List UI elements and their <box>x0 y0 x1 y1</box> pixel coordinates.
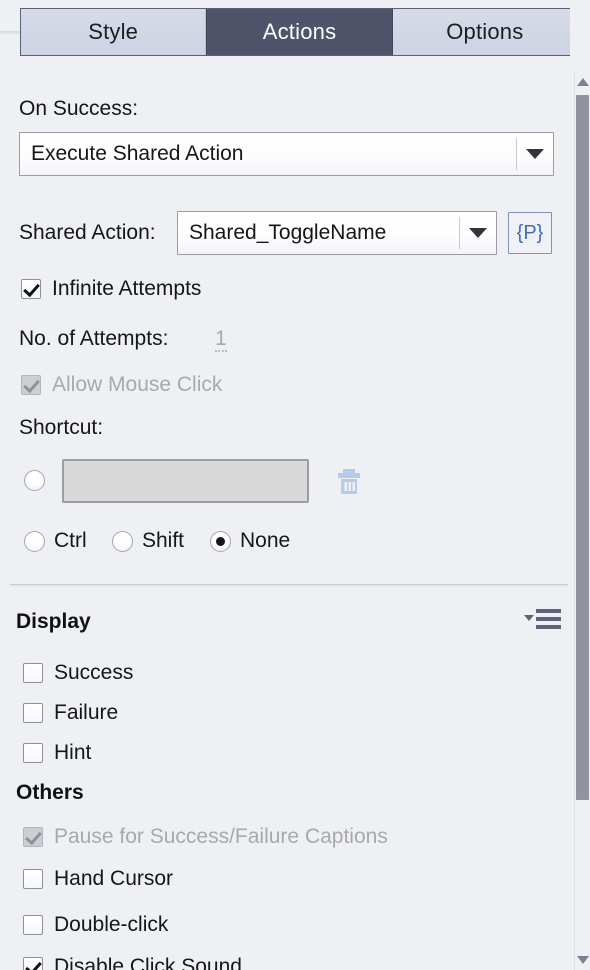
parameter-button[interactable]: {P} <box>508 212 552 254</box>
chevron-down-icon <box>460 228 496 238</box>
scrollbar-thumb[interactable] <box>576 95 589 800</box>
tab-style[interactable]: Style <box>21 9 207 55</box>
others-section-heading: Others <box>16 781 84 804</box>
others-checkbox-disable-click-sound[interactable]: Disable Click Sound <box>23 955 242 970</box>
delete-shortcut-button[interactable] <box>333 465 365 502</box>
tab-options[interactable]: Options <box>392 9 570 55</box>
shared-action-value: Shared_ToggleName <box>189 221 387 244</box>
attempts-stepper[interactable]: 1 <box>215 328 227 352</box>
others-checkbox-pause-captions: Pause for Success/Failure Captions <box>23 825 388 849</box>
others-checkbox-hand-cursor[interactable]: Hand Cursor <box>23 867 173 891</box>
modifier-shift-label: Shift <box>142 529 185 552</box>
tab-actions[interactable]: Actions <box>206 9 393 55</box>
checkbox-icon <box>23 703 43 723</box>
modifier-none-label: None <box>240 529 291 552</box>
allow-mouse-click-label: Allow Mouse Click <box>52 373 223 396</box>
chevron-down-icon <box>517 149 553 159</box>
section-divider <box>10 584 568 587</box>
allow-mouse-click-checkbox: Allow Mouse Click <box>21 373 222 397</box>
tab-bar: Style Actions Options <box>20 8 570 56</box>
others-hand-cursor-label: Hand Cursor <box>54 867 174 890</box>
chevron-down-icon <box>524 615 534 621</box>
others-disable-click-sound-label: Disable Click Sound <box>54 955 242 970</box>
radio-icon <box>24 530 45 552</box>
checkbox-icon <box>21 279 41 299</box>
shared-action-dropdown[interactable]: Shared_ToggleName <box>177 211 497 255</box>
tab-options-label: Options <box>446 19 524 44</box>
actions-panel: Style Actions Options On Success: Execut… <box>0 0 570 970</box>
on-success-value: Execute Shared Action <box>31 142 244 165</box>
display-options-menu-button[interactable] <box>524 609 561 629</box>
radio-icon <box>24 470 45 491</box>
infinite-attempts-label: Infinite Attempts <box>52 277 202 300</box>
checkbox-icon <box>23 915 43 935</box>
radio-icon <box>112 530 133 552</box>
parameter-button-label: {P} <box>516 221 544 244</box>
checkbox-icon <box>23 743 43 763</box>
panel-top-divider-stub <box>0 31 20 34</box>
shortcut-enable-radio[interactable] <box>24 470 45 491</box>
checkbox-icon <box>23 827 43 847</box>
on-success-dropdown[interactable]: Execute Shared Action <box>19 132 554 176</box>
tab-style-label: Style <box>88 19 139 44</box>
checkbox-icon <box>23 663 43 683</box>
display-checkbox-failure[interactable]: Failure <box>23 701 118 725</box>
display-hint-label: Hint <box>54 741 92 764</box>
checkbox-icon <box>23 957 43 970</box>
shortcut-label: Shortcut: <box>19 416 104 439</box>
scroll-down-arrow-icon[interactable] <box>577 956 589 964</box>
modifier-ctrl-label: Ctrl <box>54 529 87 552</box>
display-success-label: Success <box>54 661 134 684</box>
attempts-label: No. of Attempts: <box>19 327 169 350</box>
display-checkbox-success[interactable]: Success <box>23 661 133 685</box>
infinite-attempts-checkbox[interactable]: Infinite Attempts <box>21 277 201 301</box>
modifier-radio-ctrl[interactable]: Ctrl <box>24 529 87 553</box>
display-section-heading: Display <box>16 610 91 633</box>
display-checkbox-hint[interactable]: Hint <box>23 741 91 765</box>
checkbox-icon <box>23 869 43 889</box>
others-pause-captions-label: Pause for Success/Failure Captions <box>54 825 388 848</box>
radio-icon <box>210 530 231 552</box>
tab-actions-label: Actions <box>262 19 337 44</box>
others-checkbox-double-click[interactable]: Double-click <box>23 913 168 937</box>
shortcut-input[interactable] <box>62 459 309 503</box>
list-menu-icon <box>536 609 561 629</box>
modifier-radio-none[interactable]: None <box>210 529 290 553</box>
checkbox-icon <box>21 375 41 395</box>
shared-action-label: Shared Action: <box>19 221 156 244</box>
display-failure-label: Failure <box>54 701 119 724</box>
trash-icon <box>338 469 360 494</box>
panel-scrollbar[interactable] <box>574 70 590 970</box>
scroll-up-arrow-icon[interactable] <box>577 78 589 86</box>
modifier-radio-shift[interactable]: Shift <box>112 529 184 553</box>
on-success-label: On Success: <box>19 97 139 120</box>
others-double-click-label: Double-click <box>54 913 169 936</box>
